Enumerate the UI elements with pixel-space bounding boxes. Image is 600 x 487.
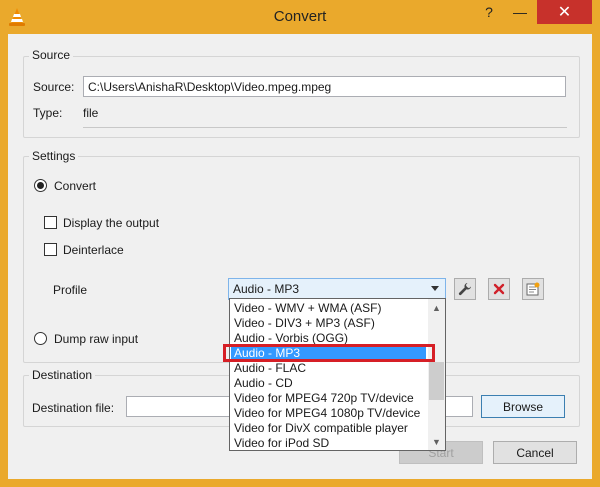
source-path-field[interactable]: C:\Users\AnishaR\Desktop\Video.mpeg.mpeg bbox=[83, 76, 566, 97]
convert-radio-label[interactable]: Convert bbox=[54, 179, 96, 193]
source-group bbox=[23, 56, 580, 138]
deinterlace-checkbox[interactable] bbox=[44, 243, 57, 256]
list-item[interactable]: Video for MPEG4 1080p TV/device bbox=[231, 406, 426, 421]
source-label: Source: bbox=[33, 80, 75, 94]
minimize-button[interactable]: — bbox=[504, 0, 536, 24]
title-bar[interactable]: Convert ? — ✕ bbox=[0, 0, 600, 34]
dump-raw-label[interactable]: Dump raw input bbox=[54, 332, 138, 346]
display-output-checkbox[interactable] bbox=[44, 216, 57, 229]
new-profile-icon bbox=[526, 282, 540, 296]
profile-select[interactable]: Audio - MP3 bbox=[228, 278, 446, 300]
list-item[interactable]: Audio - FLAC bbox=[231, 361, 426, 376]
convert-dialog: Convert ? — ✕ Source Source: C:\Users\An… bbox=[0, 0, 600, 487]
scroll-down-icon[interactable]: ▼ bbox=[428, 433, 445, 450]
convert-radio[interactable] bbox=[34, 179, 47, 192]
destination-file-label: Destination file: bbox=[32, 401, 115, 415]
list-item[interactable]: Video - DIV3 + MP3 (ASF) bbox=[231, 316, 426, 331]
edit-profile-button[interactable] bbox=[454, 278, 476, 300]
scrollbar-thumb[interactable] bbox=[429, 362, 444, 400]
profile-select-value: Audio - MP3 bbox=[233, 282, 300, 296]
display-output-label[interactable]: Display the output bbox=[63, 216, 159, 230]
profile-label: Profile bbox=[53, 283, 88, 297]
list-item[interactable]: Video for MPEG4 720p TV/device bbox=[231, 391, 426, 406]
list-item[interactable]: Audio - CD bbox=[231, 376, 426, 391]
destination-group-label: Destination bbox=[29, 368, 96, 382]
list-item[interactable]: Audio - Vorbis (OGG) bbox=[231, 331, 426, 346]
list-item[interactable]: Video - WMV + WMA (ASF) bbox=[231, 301, 426, 316]
red-x-icon bbox=[493, 283, 505, 295]
new-profile-button[interactable] bbox=[522, 278, 544, 300]
list-item[interactable]: Video for iPod SD bbox=[231, 436, 426, 451]
profile-dropdown-list[interactable]: Video - WMV + WMA (ASF) Video - DIV3 + M… bbox=[229, 298, 446, 451]
source-separator bbox=[83, 127, 567, 128]
close-button[interactable]: ✕ bbox=[537, 0, 592, 24]
dropdown-scrollbar[interactable]: ▲ ▼ bbox=[428, 299, 445, 450]
scroll-up-icon[interactable]: ▲ bbox=[428, 299, 445, 316]
delete-profile-button[interactable] bbox=[488, 278, 510, 300]
deinterlace-label[interactable]: Deinterlace bbox=[63, 243, 124, 257]
list-item-selected[interactable]: Audio - MP3 bbox=[231, 346, 426, 361]
type-value: file bbox=[83, 106, 99, 120]
list-item[interactable]: Video for DivX compatible player bbox=[231, 421, 426, 436]
chevron-down-icon bbox=[431, 286, 439, 291]
type-label: Type: bbox=[33, 106, 63, 120]
dump-raw-radio[interactable] bbox=[34, 332, 47, 345]
settings-group-label: Settings bbox=[29, 149, 79, 163]
wrench-icon bbox=[458, 283, 471, 296]
cancel-button[interactable]: Cancel bbox=[493, 441, 577, 464]
browse-button[interactable]: Browse bbox=[481, 395, 565, 418]
source-group-label: Source bbox=[29, 48, 74, 62]
help-button[interactable]: ? bbox=[474, 0, 504, 24]
